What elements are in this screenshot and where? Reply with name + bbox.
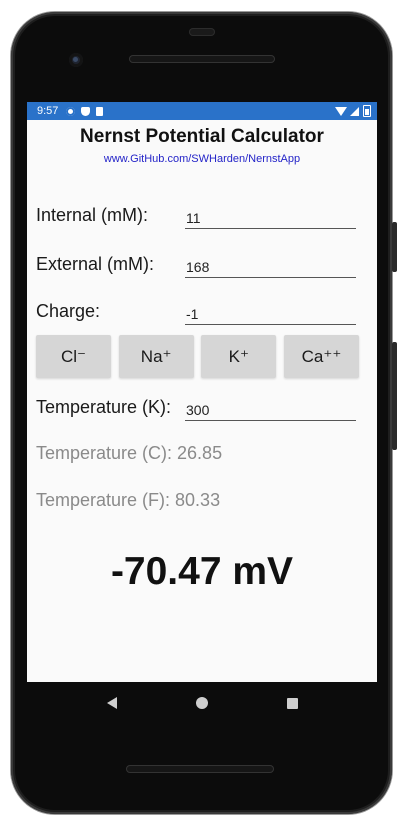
volume-button	[392, 342, 397, 450]
battery-icon	[363, 105, 371, 117]
calcium-button[interactable]: Ca⁺⁺	[283, 335, 359, 378]
temperature-k-input[interactable]	[185, 391, 356, 421]
temperature-k-row: Temperature (K):	[36, 391, 356, 423]
charge-label: Charge:	[36, 301, 101, 321]
top-speaker	[129, 55, 275, 63]
status-bar: 9:57	[27, 102, 377, 120]
page-title: Nernst Potential Calculator	[80, 126, 324, 147]
external-label: External (mM):	[36, 254, 155, 274]
front-camera-icon	[69, 53, 83, 67]
temperature-c-readout: Temperature (C): 26.85	[36, 443, 223, 463]
app-screen: 9:57 Nernst Potential Calculator www.Git…	[27, 102, 377, 682]
cell-signal-icon	[350, 106, 359, 116]
home-icon[interactable]	[195, 697, 208, 709]
charge-input[interactable]	[185, 295, 356, 325]
system-nav-bar	[27, 682, 377, 724]
status-time: 9:57	[37, 105, 59, 117]
status-right-icons	[335, 105, 371, 117]
back-icon[interactable]	[106, 697, 117, 709]
external-row: External (mM):	[36, 248, 356, 280]
internal-label: Internal (mM):	[36, 205, 149, 225]
external-input[interactable]	[185, 248, 356, 278]
internal-row: Internal (mM):	[36, 199, 356, 231]
wifi-icon	[335, 106, 347, 116]
sd-card-icon	[96, 106, 104, 116]
proximity-sensor	[189, 28, 215, 36]
potassium-button[interactable]: K⁺	[201, 335, 277, 378]
nernst-result: -70.47 mV	[110, 550, 294, 593]
temperature-f-readout: Temperature (F): 80.33	[36, 490, 221, 510]
chloride-button[interactable]: Cl⁻	[36, 335, 111, 378]
sodium-button[interactable]: Na⁺	[118, 335, 194, 378]
shield-icon	[81, 106, 91, 116]
charge-row: Charge:	[36, 295, 356, 327]
power-button	[392, 222, 397, 272]
temperature-k-label: Temperature (K):	[36, 397, 172, 417]
ion-button-group: Cl⁻ Na⁺ K⁺ Ca⁺⁺	[36, 335, 359, 378]
bottom-speaker	[126, 765, 274, 773]
recents-icon[interactable]	[286, 697, 298, 709]
github-link[interactable]: www.GitHub.com/SWHarden/NernstApp	[27, 151, 377, 167]
gear-icon	[66, 106, 76, 116]
internal-input[interactable]	[185, 199, 356, 229]
